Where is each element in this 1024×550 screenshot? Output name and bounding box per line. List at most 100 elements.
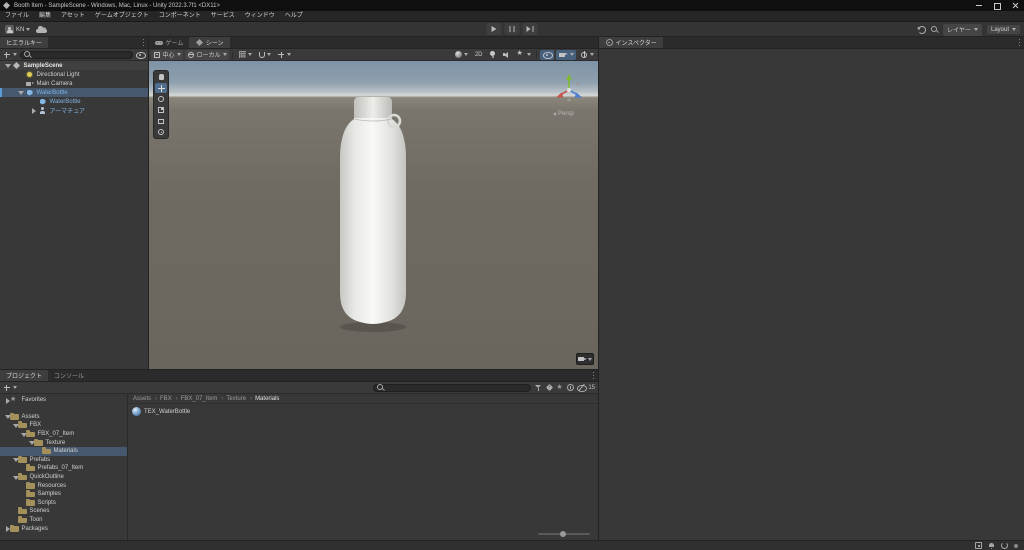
hierarchy-row[interactable]: WaterBottle	[0, 97, 148, 106]
scene-canvas[interactable]: Persp	[149, 61, 598, 369]
foldout-arrow-icon[interactable]	[19, 499, 26, 507]
chevron-down-icon[interactable]	[13, 53, 17, 56]
menu-item[interactable]: ヘルプ	[280, 11, 308, 22]
pivot-mode-dropdown[interactable]: 中心	[151, 49, 184, 60]
foldout-arrow-icon[interactable]	[29, 107, 38, 115]
asset-item[interactable]: TEX_WaterBottle	[128, 404, 598, 419]
folder-row[interactable]: Materials	[0, 446, 127, 456]
orientation-dropdown[interactable]: ローカル	[185, 49, 230, 60]
audio-toggle[interactable]	[500, 50, 512, 60]
inspector-panel-menu[interactable]	[1014, 37, 1024, 48]
folder-row[interactable]: Resources	[0, 481, 127, 490]
menu-item[interactable]: 編集	[34, 11, 56, 22]
minimize-button[interactable]	[970, 0, 988, 11]
menu-item[interactable]: コンポーネント	[154, 11, 206, 22]
foldout-arrow-icon[interactable]	[11, 507, 18, 515]
notifications-bell-icon[interactable]	[988, 542, 995, 550]
breadcrumb-item[interactable]: FBX	[152, 396, 173, 402]
foldout-arrow-icon[interactable]	[3, 413, 11, 421]
folder-row[interactable]: Favorites	[0, 396, 127, 405]
project-search-input[interactable]	[373, 383, 532, 392]
rect-tool-button[interactable]	[155, 116, 167, 126]
account-button[interactable]: KN	[3, 25, 32, 34]
chevron-down-icon[interactable]	[13, 386, 17, 389]
foldout-arrow-icon[interactable]	[3, 396, 10, 404]
breadcrumb-item[interactable]: FBX_07_Item	[173, 396, 219, 402]
bottom-tab[interactable]: プロジェクト	[0, 370, 49, 381]
bottom-tab[interactable]: コンソール	[48, 370, 91, 381]
camera-settings-dropdown[interactable]	[556, 49, 576, 60]
effects-dropdown[interactable]	[514, 50, 533, 60]
folder-row[interactable]: Packages	[0, 524, 127, 533]
foldout-arrow-icon[interactable]	[35, 447, 42, 455]
search-by-label-icon[interactable]	[545, 384, 553, 392]
view-tool-button[interactable]	[155, 72, 167, 82]
water-bottle-model[interactable]	[312, 91, 434, 341]
save-search-icon[interactable]	[556, 383, 564, 392]
folder-row[interactable]: Prefabs_07_Item	[0, 464, 127, 473]
menu-item[interactable]: ファイル	[0, 11, 34, 22]
hierarchy-row[interactable]: WaterBottle	[0, 88, 148, 97]
lighting-toggle[interactable]	[487, 50, 498, 60]
play-button[interactable]	[486, 23, 502, 35]
folder-row[interactable]: Prefabs	[0, 455, 127, 465]
grid-visibility-dropdown[interactable]	[236, 50, 254, 60]
foldout-arrow-icon[interactable]	[29, 98, 38, 106]
info-icon[interactable]	[567, 384, 575, 391]
thumbnail-zoom-slider[interactable]	[538, 531, 590, 537]
foldout-arrow-icon[interactable]	[16, 89, 25, 97]
foldout-arrow-icon[interactable]	[19, 490, 26, 498]
gizmos-dropdown[interactable]	[578, 50, 596, 60]
foldout-arrow-icon[interactable]	[3, 525, 10, 533]
increment-snap-button[interactable]	[275, 50, 293, 60]
axis-orientation-gizmo[interactable]	[551, 71, 587, 107]
menu-item[interactable]: アセット	[56, 11, 90, 22]
transform-tool-button[interactable]	[155, 127, 167, 137]
search-by-type-icon[interactable]	[534, 384, 542, 391]
foldout-arrow-icon[interactable]	[19, 464, 26, 472]
maximize-button[interactable]	[988, 0, 1006, 11]
step-button[interactable]	[522, 23, 538, 35]
layers-dropdown[interactable]: レイヤー	[943, 23, 982, 36]
tab-hierarchy[interactable]: ヒエラルキー	[0, 37, 49, 48]
foldout-arrow-icon[interactable]	[11, 473, 19, 481]
hierarchy-row[interactable]: Main Camera	[0, 79, 148, 88]
foldout-arrow-icon[interactable]	[19, 482, 26, 490]
folder-row[interactable]: QuickOutline	[0, 473, 127, 482]
folder-row[interactable]: Samples	[0, 490, 127, 499]
folder-row[interactable]: Assets	[0, 412, 127, 422]
2d-toggle[interactable]: 2D	[472, 50, 485, 60]
folder-row[interactable]: FBX	[0, 421, 127, 430]
foldout-arrow-icon[interactable]	[16, 71, 25, 79]
view-tab[interactable]: シーン	[189, 37, 230, 48]
foldout-arrow-icon[interactable]	[11, 421, 19, 429]
hierarchy-row[interactable]: Directional Light	[0, 70, 148, 79]
shading-mode-dropdown[interactable]	[452, 50, 470, 60]
scene-visibility-toggle[interactable]	[540, 49, 554, 60]
hierarchy-search-input[interactable]	[20, 50, 133, 59]
foldout-arrow-icon[interactable]	[27, 439, 35, 447]
move-tool-button[interactable]	[155, 83, 167, 93]
hidden-packages-toggle[interactable]: 15	[577, 384, 595, 392]
breadcrumb-item[interactable]: Assets	[132, 396, 152, 402]
close-button[interactable]	[1006, 0, 1024, 11]
foldout-arrow-icon[interactable]	[11, 516, 18, 524]
menu-item[interactable]: ゲームオブジェクト	[90, 11, 154, 22]
undo-history-icon[interactable]	[918, 25, 927, 34]
hierarchy-visibility-icon[interactable]	[136, 51, 146, 59]
cache-server-icon[interactable]	[975, 542, 982, 549]
foldout-arrow-icon[interactable]	[16, 80, 25, 88]
scale-tool-button[interactable]	[155, 105, 167, 115]
view-tab[interactable]: ゲーム	[149, 37, 190, 48]
foldout-arrow-icon[interactable]	[19, 430, 27, 438]
cloud-services-icon[interactable]	[36, 26, 48, 33]
snap-settings-button[interactable]	[256, 50, 273, 60]
hierarchy-row[interactable]: SampleScene	[0, 61, 148, 70]
pause-button[interactable]	[504, 23, 520, 35]
project-add-button[interactable]	[3, 384, 10, 391]
folder-row[interactable]: Scenes	[0, 507, 127, 516]
folder-row[interactable]: Texture	[0, 438, 127, 447]
foldout-arrow-icon[interactable]	[3, 62, 12, 70]
rotate-tool-button[interactable]	[155, 94, 167, 104]
hierarchy-add-button[interactable]	[3, 51, 10, 58]
